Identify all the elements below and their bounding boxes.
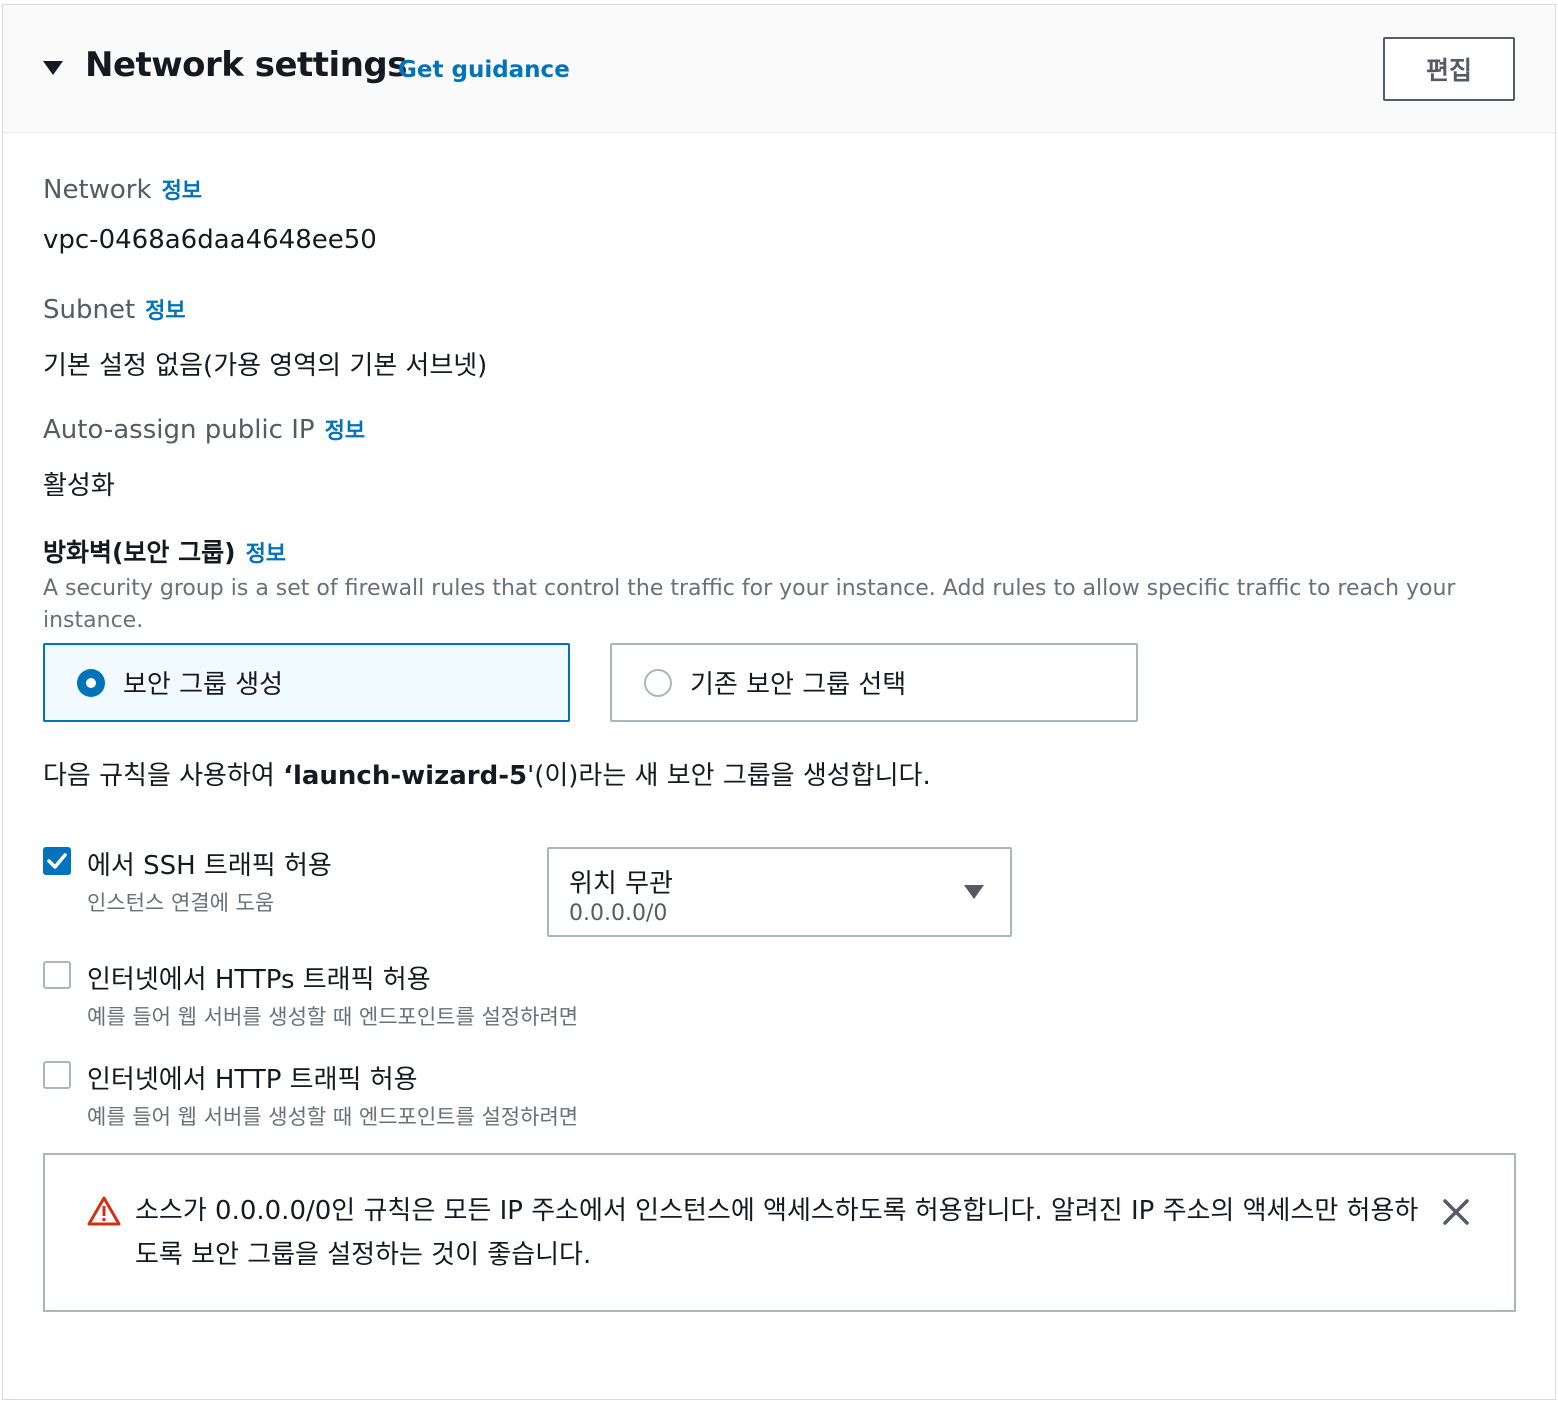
select-existing-security-group-label: 기존 보안 그룹 선택 [690,670,907,700]
panel-title[interactable]: Network settings [85,45,408,85]
ssh-source-selected: 위치 무관 [569,869,673,899]
edit-button[interactable]: 편집 [1383,37,1515,101]
radio-selected-icon[interactable] [77,668,105,697]
public-ip-info-link[interactable]: 정보 [325,419,365,444]
create-security-group-option[interactable]: 보안 그룹 생성 [43,643,570,722]
new-group-rule-text: 다음 규칙을 사용하여 ‘launch-wizard-5'(이)라는 새 보안 … [43,755,931,792]
rule-text-suffix: '(이)라는 새 보안 그룹을 생성합니다. [527,761,931,791]
select-existing-security-group-option[interactable]: 기존 보안 그룹 선택 [610,643,1138,722]
http-rule-sublabel: 예를 들어 웹 서버를 생성할 때 엔드포인트를 설정하려면 [87,1105,579,1129]
create-security-group-label: 보안 그룹 생성 [123,670,284,700]
get-guidance-link[interactable]: Get guidance [398,57,570,83]
https-rule-sublabel: 예를 들어 웹 서버를 생성할 때 엔드포인트를 설정하려면 [87,1005,579,1029]
open-source-warning-alert: 소스가 0.0.0.0/0인 규칙은 모든 IP 주소에서 인스턴스에 액세스하… [43,1153,1516,1312]
ssh-rule-label[interactable]: 에서 SSH 트래픽 허용 [87,845,332,882]
network-label-text: Network [43,175,152,205]
security-group-name: ‘launch-wizard-5 [283,761,528,791]
checkmark-icon [47,853,67,869]
panel-header: Network settings Get guidance 편집 [3,5,1555,133]
network-info-link[interactable]: 정보 [162,179,202,204]
ssh-source-select[interactable]: 위치 무관 0.0.0.0/0 [547,847,1012,937]
network-value: vpc-0468a6daa4648ee50 [43,225,377,255]
firewall-info-link[interactable]: 정보 [246,542,286,567]
https-rule-label[interactable]: 인터넷에서 HTTPs 트래픽 허용 [87,959,431,996]
ssh-source-cidr: 0.0.0.0/0 [569,901,668,926]
public-ip-value: 활성화 [43,471,115,501]
public-ip-label: Auto-assign public IP 정보 [43,413,365,445]
subnet-info-link[interactable]: 정보 [145,299,185,324]
ssh-rule-sublabel: 인스턴스 연결에 도움 [87,891,275,915]
https-checkbox[interactable] [43,961,71,989]
http-rule-label[interactable]: 인터넷에서 HTTP 트래픽 허용 [87,1059,418,1096]
firewall-heading-text: 방화벽(보안 그룹) [43,538,236,567]
ssh-checkbox[interactable] [43,847,71,875]
subnet-label: Subnet 정보 [43,293,186,325]
http-checkbox[interactable] [43,1061,71,1089]
warning-icon [87,1196,121,1226]
firewall-description: A security group is a set of firewall ru… [43,576,1456,633]
radio-unselected-icon[interactable] [644,668,672,697]
subnet-value: 기본 설정 없음(가용 영역의 기본 서브넷) [43,351,488,381]
select-caret-icon [964,885,984,899]
rule-text-prefix: 다음 규칙을 사용하여 [43,761,284,791]
public-ip-label-text: Auto-assign public IP [43,415,315,445]
subnet-label-text: Subnet [43,295,136,325]
caret-down-icon[interactable] [41,58,65,78]
network-label: Network 정보 [43,173,202,205]
network-settings-panel: Network settings Get guidance 편집 Network… [2,4,1556,1400]
firewall-heading: 방화벽(보안 그룹) 정보 [43,533,286,569]
warning-message: 소스가 0.0.0.0/0인 규칙은 모든 IP 주소에서 인스턴스에 액세스하… [135,1196,1419,1270]
close-icon[interactable] [1441,1197,1471,1227]
